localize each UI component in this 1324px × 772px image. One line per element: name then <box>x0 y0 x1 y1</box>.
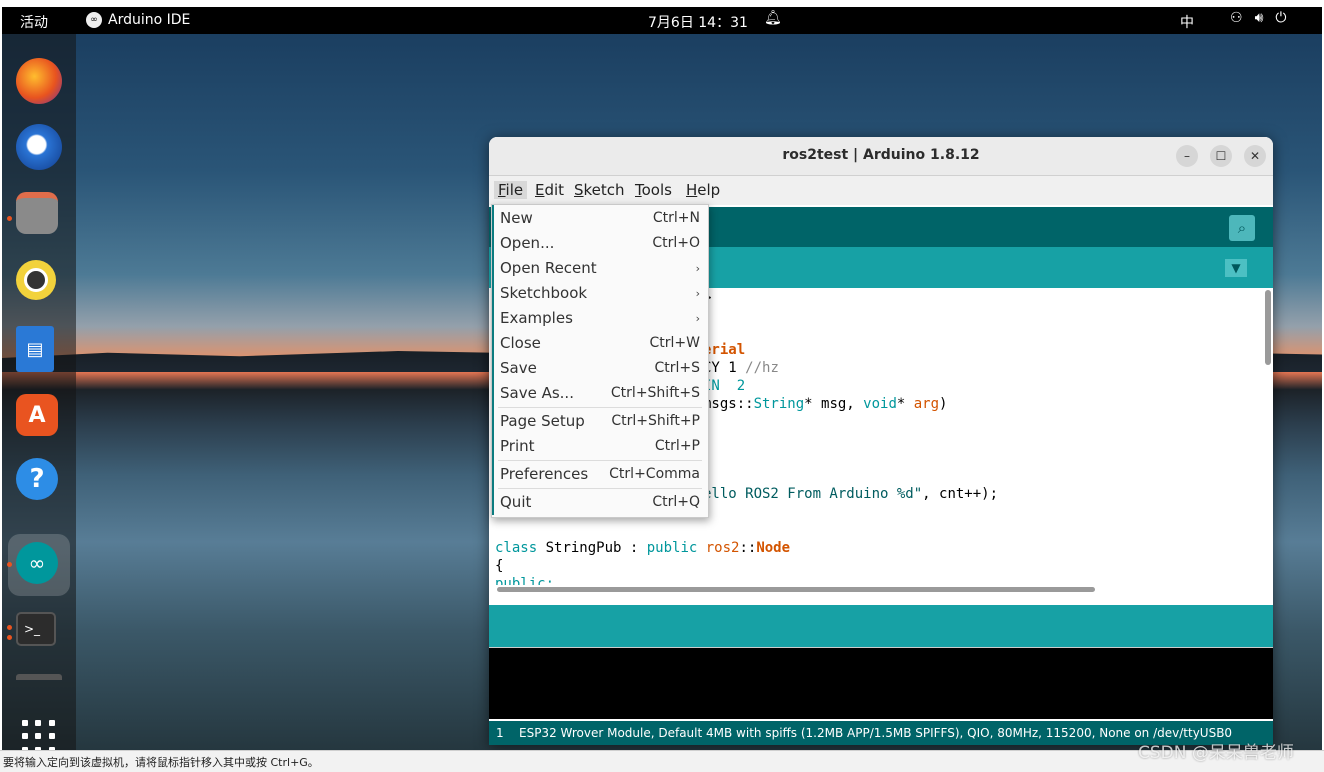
thunderbird-icon[interactable] <box>16 124 62 170</box>
app-menu-label: Arduino IDE <box>108 12 191 28</box>
editor-horizontal-scrollbar[interactable] <box>497 587 1095 592</box>
terminal-icon[interactable]: >_ <box>16 612 56 646</box>
menu-item-page-setup[interactable]: Page Setup Ctrl+Shift+P <box>500 410 700 432</box>
input-method-indicator[interactable]: 中 <box>1180 12 1194 32</box>
writer-icon[interactable]: ▤ <box>16 326 54 372</box>
show-apps-icon[interactable] <box>22 720 56 750</box>
code-line: class StringPub : public ros2::Node <box>495 540 791 556</box>
chevron-right-icon: › <box>695 261 700 275</box>
network-icon: ⚇ <box>1230 10 1243 26</box>
watermark: CSDN @呆呆兽老师 <box>1138 743 1294 763</box>
menu-bar: File Edit Sketch Tools Help <box>489 176 1273 205</box>
vm-hint: 要将输入定向到该虚拟机，请将鼠标指针移入其中或按 Ctrl+G。 <box>3 756 319 769</box>
rhythmbox-icon[interactable] <box>16 260 56 300</box>
console-header <box>489 605 1273 647</box>
menu-item-print[interactable]: Print Ctrl+P <box>500 435 700 457</box>
firefox-icon[interactable] <box>16 58 62 104</box>
menu-item-save[interactable]: Save Ctrl+S <box>500 357 700 379</box>
vm-status-bar: 要将输入定向到该虚拟机，请将鼠标指针移入其中或按 Ctrl+G。 <box>0 750 1324 772</box>
menu-sketch[interactable]: Sketch <box>574 181 625 199</box>
menu-item-close[interactable]: Close Ctrl+W <box>500 332 700 354</box>
menu-help[interactable]: Help <box>686 181 720 199</box>
menu-item-open[interactable]: Open... Ctrl+O <box>500 232 700 254</box>
code-line: msgs::String* msg, void* arg) <box>703 396 948 412</box>
menu-item-new[interactable]: New Ctrl+N <box>500 207 700 229</box>
menu-accent-bar <box>492 205 494 515</box>
menu-tools[interactable]: Tools <box>635 181 672 199</box>
code-line: public: <box>495 576 555 585</box>
window-title: ros2test | Arduino 1.8.12 <box>782 147 980 163</box>
minimize-icon[interactable]: – <box>1176 145 1198 167</box>
menu-item-quit[interactable]: Quit Ctrl+Q <box>500 491 700 513</box>
running-indicator <box>7 562 12 567</box>
system-tray[interactable]: ⚇ 🔊︎ ⏻ <box>1230 10 1286 26</box>
software-icon[interactable]: A <box>16 394 58 436</box>
infinity-icon: ∞ <box>86 12 102 28</box>
title-bar[interactable]: ros2test | Arduino 1.8.12 – ☐ ✕ <box>489 137 1273 176</box>
running-indicator <box>7 635 12 640</box>
activities-button[interactable]: 活动 <box>20 12 48 32</box>
menu-item-save-as[interactable]: Save As... Ctrl+Shift+S <box>500 382 700 404</box>
menu-item-sketchbook[interactable]: Sketchbook › <box>500 282 700 304</box>
close-icon[interactable]: ✕ <box>1244 145 1266 167</box>
file-menu-dropdown: New Ctrl+N Open... Ctrl+O Open Recent › Ske… <box>491 204 709 518</box>
menu-separator <box>498 460 702 461</box>
running-indicator <box>7 625 12 630</box>
app-menu[interactable]: ∞ Arduino IDE <box>86 12 190 28</box>
menu-item-open-recent[interactable]: Open Recent › <box>500 257 700 279</box>
code-line: erial <box>703 342 746 358</box>
help-icon[interactable]: ? <box>16 458 58 500</box>
menu-separator <box>498 407 702 408</box>
maximize-icon[interactable]: ☐ <box>1210 145 1232 167</box>
trash-icon[interactable] <box>16 674 62 680</box>
volume-icon: 🔊︎ <box>1254 10 1264 26</box>
menu-item-examples[interactable]: Examples › <box>500 307 700 329</box>
top-bar: 活动 ∞ Arduino IDE 7月6日 14：31 🔔︎ 中 ⚇ 🔊︎ ⏻ <box>2 7 1322 34</box>
editor-vertical-scrollbar[interactable] <box>1265 290 1271 365</box>
clock[interactable]: 7月6日 14：31 <box>648 12 748 32</box>
code-line: CY 1 //hz <box>703 360 779 376</box>
menu-edit[interactable]: Edit <box>535 181 564 199</box>
dock: ▤ A ? ∞ >_ <box>2 34 76 750</box>
serial-monitor-icon[interactable]: ⌕ <box>1229 215 1255 241</box>
running-indicator <box>7 216 12 221</box>
tab-menu-dropdown-icon[interactable]: ▼ <box>1225 259 1247 277</box>
chevron-right-icon: › <box>695 311 700 325</box>
code-line: { <box>495 558 504 574</box>
menu-file[interactable]: File <box>494 181 528 199</box>
chevron-right-icon: › <box>695 286 700 300</box>
code-line: ello ROS2 From Arduino %d", cnt++); <box>703 486 999 502</box>
files-icon[interactable] <box>16 192 58 234</box>
menu-separator <box>498 488 702 489</box>
bell-icon: 🔔︎ <box>764 10 782 26</box>
console-output[interactable] <box>489 647 1273 719</box>
menu-item-preferences[interactable]: Preferences Ctrl+Comma <box>500 463 700 485</box>
power-icon: ⏻ <box>1275 10 1287 26</box>
board-info: ESP32 Wrover Module, Default 4MB with sp… <box>519 726 1233 740</box>
code-line: IN 2 <box>703 378 746 394</box>
line-number: 1 <box>496 726 504 740</box>
arduino-icon[interactable]: ∞ <box>16 542 58 584</box>
